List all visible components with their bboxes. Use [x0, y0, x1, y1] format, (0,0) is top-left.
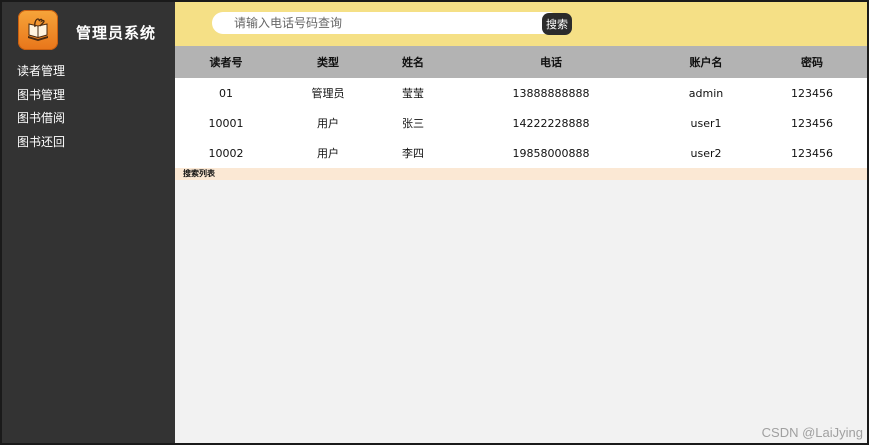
cell-phone: 13888888888: [512, 86, 590, 100]
cell-account: admin: [688, 86, 724, 100]
cell-password: 123456: [791, 86, 833, 100]
book-hand-icon: [28, 18, 48, 41]
sidebar-menu: 读者管理 图书管理 图书借阅 图书还回: [17, 60, 65, 154]
cell-account: user1: [690, 116, 722, 130]
watermark: CSDN @LaiJying: [761, 425, 863, 440]
table-row: 10002 用户 李四 19858000888 user2 123456: [175, 138, 867, 168]
column-header-account: 账户名: [689, 56, 723, 69]
column-header-name: 姓名: [402, 56, 424, 69]
cell-name: 李四: [402, 147, 424, 160]
table-header-row: 读者号 类型 姓名 电话 账户名 密码: [175, 46, 867, 78]
app-title: 管理员系统: [76, 24, 157, 42]
cell-reader-id: 10001: [208, 116, 244, 130]
reader-table: 读者号 类型 姓名 电话 账户名 密码 01 管理员 莹莹 1388888888…: [175, 46, 867, 168]
app-logo: [18, 10, 58, 50]
search-input[interactable]: [212, 12, 560, 34]
search-button[interactable]: 搜索: [542, 13, 572, 35]
column-header-type: 类型: [317, 56, 339, 69]
cell-phone: 14222228888: [512, 116, 590, 130]
cell-name: 张三: [402, 117, 424, 130]
sidebar-item-book-borrow[interactable]: 图书借阅: [17, 107, 65, 131]
cell-phone: 19858000888: [512, 146, 590, 160]
column-header-reader-id: 读者号: [209, 56, 243, 69]
sidebar-item-book-return[interactable]: 图书还回: [17, 131, 65, 155]
cell-account: user2: [690, 146, 722, 160]
search-list-caption: 搜索列表: [175, 168, 867, 180]
cell-reader-id: 01: [219, 86, 233, 100]
column-header-phone: 电话: [540, 56, 562, 69]
cell-name: 莹莹: [402, 87, 424, 100]
cell-password: 123456: [791, 116, 833, 130]
results-area: 读者号 类型 姓名 电话 账户名 密码 01 管理员 莹莹 1388888888…: [175, 46, 867, 180]
search-bar: 搜索: [175, 2, 867, 46]
cell-reader-id: 10002: [208, 146, 244, 160]
cell-password: 123456: [791, 146, 833, 160]
cell-type: 用户: [317, 147, 339, 160]
app-window: 管理员系统 读者管理 图书管理 图书借阅 图书还回 搜索 读者号 类型 姓名 电…: [0, 0, 869, 445]
sidebar-item-book-management[interactable]: 图书管理: [17, 84, 65, 108]
table-row: 01 管理员 莹莹 13888888888 admin 123456: [175, 78, 867, 108]
sidebar: 管理员系统 读者管理 图书管理 图书借阅 图书还回: [2, 2, 175, 443]
table-row: 10001 用户 张三 14222228888 user1 123456: [175, 108, 867, 138]
cell-type: 用户: [317, 117, 339, 130]
cell-type: 管理员: [311, 87, 345, 100]
column-header-password: 密码: [801, 56, 823, 69]
sidebar-item-reader-management[interactable]: 读者管理: [17, 60, 65, 84]
